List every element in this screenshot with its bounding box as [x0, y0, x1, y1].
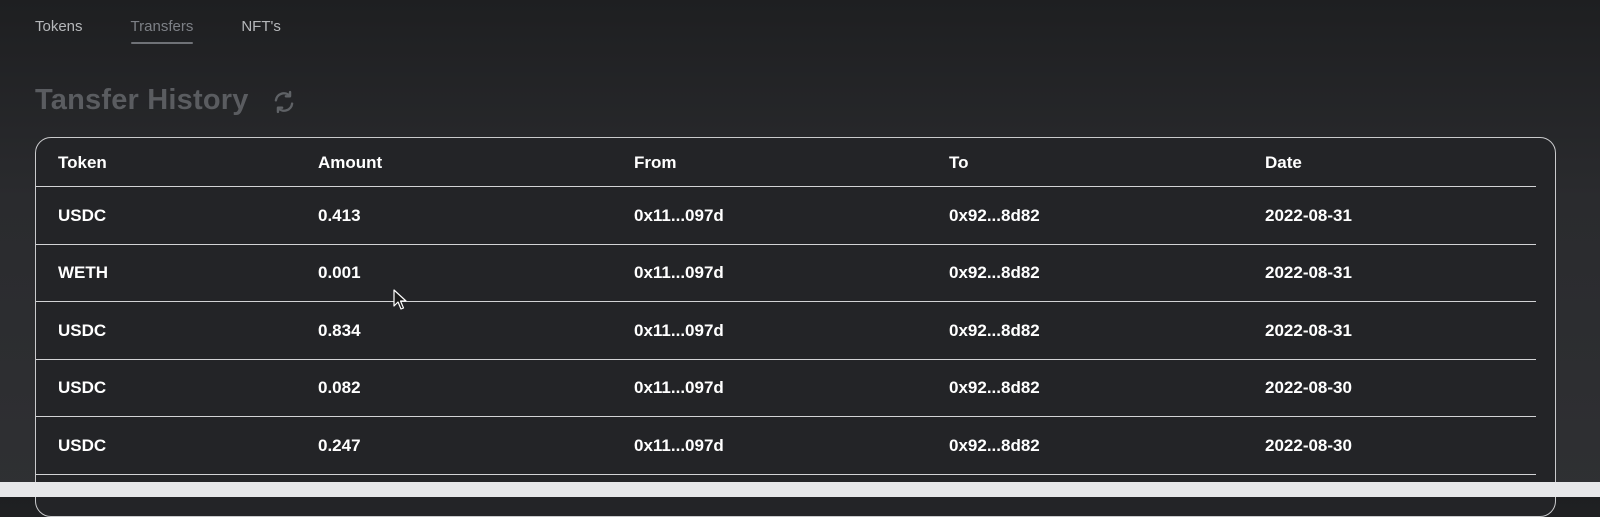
column-header-from: From: [634, 152, 677, 172]
amount-cell: 0.834: [318, 320, 361, 340]
title-row: Tansfer History: [35, 84, 299, 117]
table-row[interactable]: USDC 0.413 0x11...097d 0x92...8d82 2022-…: [36, 187, 1555, 245]
amount-cell: 0.413: [318, 205, 361, 225]
token-cell: USDC: [58, 320, 107, 340]
date-cell: 2022-08-30: [1265, 378, 1352, 398]
table-row[interactable]: USDC 0.834 0x11...097d 0x92...8d82 2022-…: [36, 302, 1555, 360]
amount-cell: 0.247: [318, 435, 361, 455]
refresh-button[interactable]: [269, 87, 299, 117]
tab-tokens[interactable]: Tokens: [35, 0, 83, 50]
from-address-cell: 0x11...097d: [634, 320, 724, 340]
from-address-cell: 0x11...097d: [634, 205, 724, 225]
table-row[interactable]: USDC 0.082 0x11...097d 0x92...8d82 2022-…: [36, 360, 1555, 418]
date-cell: 2022-08-31: [1265, 263, 1352, 283]
tab-nfts[interactable]: NFT's: [241, 0, 281, 50]
to-address-cell: 0x92...8d82: [949, 435, 1040, 455]
date-cell: 2022-08-30: [1265, 435, 1352, 455]
column-header-date: Date: [1265, 152, 1302, 172]
table-row[interactable]: WETH 0.001 0x11...097d 0x92...8d82 2022-…: [36, 245, 1555, 303]
transfer-history-table: Token Amount From To Date USDC 0.413 0x1…: [35, 137, 1556, 517]
token-cell: USDC: [58, 435, 107, 455]
refresh-icon: [274, 90, 293, 113]
tab-bar: Tokens Transfers NFT's: [35, 0, 281, 50]
to-address-cell: 0x92...8d82: [949, 378, 1040, 398]
to-address-cell: 0x92...8d82: [949, 205, 1040, 225]
column-header-amount: Amount: [318, 152, 383, 172]
bottom-edge: [0, 482, 1600, 497]
amount-cell: 0.082: [318, 378, 361, 398]
column-header-to: To: [949, 152, 969, 172]
token-cell: USDC: [58, 205, 107, 225]
table-header: Token Amount From To Date: [36, 138, 1555, 187]
date-cell: 2022-08-31: [1265, 205, 1352, 225]
to-address-cell: 0x92...8d82: [949, 263, 1040, 283]
token-cell: USDC: [58, 378, 107, 398]
date-cell: 2022-08-31: [1265, 320, 1352, 340]
table-row[interactable]: USDC 0.247 0x11...097d 0x92...8d82 2022-…: [36, 417, 1555, 475]
column-header-token: Token: [58, 152, 107, 172]
tab-transfers[interactable]: Transfers: [130, 0, 193, 50]
from-address-cell: 0x11...097d: [634, 378, 724, 398]
token-cell: WETH: [58, 263, 109, 283]
to-address-cell: 0x92...8d82: [949, 320, 1040, 340]
page-title: Tansfer History: [35, 84, 249, 116]
from-address-cell: 0x11...097d: [634, 435, 724, 455]
amount-cell: 0.001: [318, 263, 361, 283]
from-address-cell: 0x11...097d: [634, 263, 724, 283]
